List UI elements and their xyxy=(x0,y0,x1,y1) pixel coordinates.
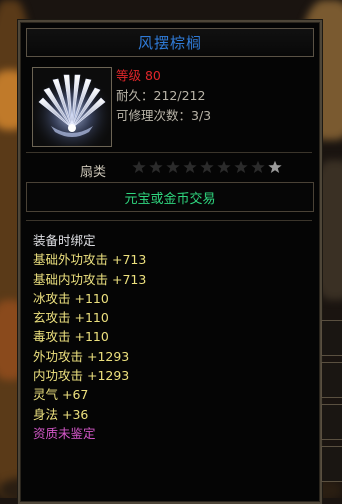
inventory-slot[interactable] xyxy=(321,446,342,482)
rating-star-icon xyxy=(217,160,231,174)
item-name: 风摆棕榈 xyxy=(137,34,202,52)
attribute-line: 基础内功攻击 +713 xyxy=(33,271,147,287)
item-title-bar: 风摆棕榈 xyxy=(26,28,314,57)
fan-item-icon xyxy=(33,68,111,146)
rating-star-icon xyxy=(166,160,180,174)
divider xyxy=(26,220,312,221)
rating-star-icon xyxy=(149,160,163,174)
attribute-line: 玄攻击 +110 xyxy=(33,310,109,326)
star-rating xyxy=(132,160,282,174)
attribute-line: 冰攻击 +110 xyxy=(33,290,109,306)
item-tooltip: 风摆棕榈 等级 80 耐久：212/212 可修理次数：3/3 扇类 元宝或金币… xyxy=(18,20,322,504)
aptitude-status: 资质未鉴定 xyxy=(33,425,96,441)
attribute-line: 身法 +36 xyxy=(33,406,89,422)
trade-info: 元宝或金币交易 xyxy=(124,191,216,207)
inventory-slot[interactable] xyxy=(321,320,342,356)
rating-star-icon xyxy=(183,160,197,174)
item-type: 扇类 xyxy=(80,165,107,180)
trade-info-bar: 元宝或金币交易 xyxy=(26,182,314,212)
item-durability: 耐久：212/212 xyxy=(116,88,206,103)
item-stats: 等级 80 耐久：212/212 可修理次数：3/3 xyxy=(116,66,211,126)
rating-star-icon xyxy=(200,160,214,174)
inventory-slot[interactable] xyxy=(321,404,342,440)
bind-status: 装备时绑定 xyxy=(33,233,96,248)
item-icon-slot[interactable] xyxy=(32,67,112,147)
attribute-line: 灵气 +67 xyxy=(33,387,89,403)
rating-star-icon xyxy=(268,160,282,174)
attribute-line: 基础外功攻击 +713 xyxy=(33,252,147,268)
attribute-line: 内功攻击 +1293 xyxy=(33,368,130,384)
item-repair-count: 可修理次数：3/3 xyxy=(116,108,212,123)
attribute-line: 外功攻击 +1293 xyxy=(33,348,130,364)
rating-star-icon xyxy=(132,160,146,174)
attribute-line: 毒攻击 +110 xyxy=(33,329,109,345)
divider xyxy=(26,152,312,153)
rating-star-icon xyxy=(251,160,265,174)
item-level: 等级 80 xyxy=(116,68,161,83)
attribute-list: 装备时绑定基础外功攻击 +713 基础内功攻击 +713 冰攻击 +110 玄攻击 +… xyxy=(33,231,146,443)
rating-star-icon xyxy=(234,160,248,174)
inventory-slot[interactable] xyxy=(321,362,342,398)
